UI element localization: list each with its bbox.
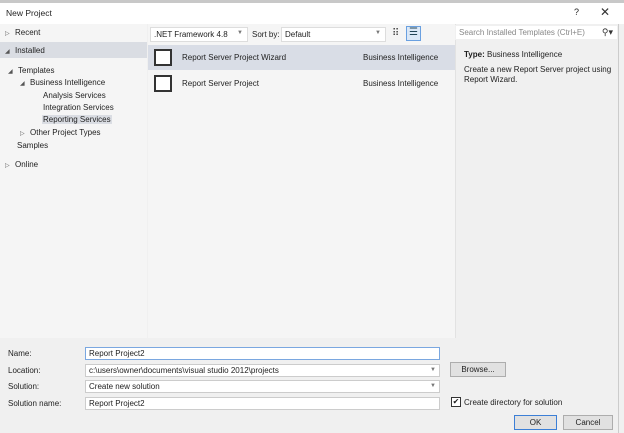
- tree-label: Online: [15, 160, 39, 169]
- expand-icon: ▷: [20, 131, 25, 137]
- tree-label: Business Intelligence: [30, 78, 106, 87]
- template-description: Create a new Report Server project using…: [464, 65, 612, 84]
- template-row[interactable]: Report Server Project Wizard Business Int…: [148, 45, 455, 70]
- tree-label: Installed: [15, 46, 45, 55]
- list-view-icon[interactable]: ☰: [406, 26, 421, 41]
- small-icons-view-icon[interactable]: ⠿: [392, 28, 399, 39]
- template-name: Report Server Project Wizard: [182, 53, 287, 62]
- report-wizard-icon: [154, 49, 172, 66]
- solution-name-input[interactable]: Report Project2: [85, 397, 440, 410]
- location-label: Location:: [8, 366, 41, 375]
- title-bar: [0, 0, 624, 24]
- tree-item-analysis-services[interactable]: Analysis Services: [43, 91, 106, 100]
- name-label: Name:: [8, 349, 32, 358]
- chevron-down-icon: ▼: [430, 383, 436, 389]
- template-row[interactable]: Report Server Project Business Intelligen…: [148, 71, 455, 96]
- tree-item-templates[interactable]: ◢ Templates: [8, 66, 54, 75]
- window-title: New Project: [6, 8, 52, 18]
- create-directory-checkbox[interactable]: ✔: [451, 397, 461, 407]
- chevron-down-icon: ▼: [430, 367, 436, 373]
- cancel-button[interactable]: Cancel: [563, 415, 613, 430]
- type-label: Type:: [464, 50, 485, 59]
- browse-button[interactable]: Browse...: [450, 362, 506, 377]
- create-directory-label: Create directory for solution: [464, 398, 563, 407]
- help-button[interactable]: ?: [574, 7, 579, 17]
- tree-label: Recent: [15, 28, 41, 37]
- solution-name-label: Solution name:: [8, 399, 62, 408]
- chevron-down-icon: ▼: [237, 30, 243, 36]
- solution-label: Solution:: [8, 382, 40, 391]
- type-value: Business Intelligence: [486, 50, 563, 59]
- collapse-icon: ◢: [5, 49, 10, 55]
- location-value: c:\users\owner\documents\visual studio 2…: [89, 366, 279, 375]
- sort-dropdown[interactable]: Default ▼: [281, 27, 386, 42]
- framework-dropdown[interactable]: .NET Framework 4.8 ▼: [150, 27, 248, 42]
- tree-item-business-intelligence[interactable]: ◢ Business Intelligence: [20, 78, 105, 87]
- solution-dropdown[interactable]: Create new solution ▼: [85, 380, 440, 393]
- location-dropdown[interactable]: c:\users\owner\documents\visual studio 2…: [85, 364, 440, 377]
- close-button[interactable]: ✕: [600, 5, 610, 19]
- tree-item-other-project-types[interactable]: ▷ Other Project Types: [20, 128, 101, 137]
- sort-by-label: Sort by:: [252, 30, 280, 39]
- tree-item-recent[interactable]: ▷ Recent: [5, 28, 40, 37]
- template-name: Report Server Project: [182, 79, 259, 88]
- tree-item-reporting-services[interactable]: Reporting Services: [42, 115, 112, 124]
- sort-value: Default: [285, 30, 311, 39]
- expand-icon: ▷: [5, 163, 10, 169]
- search-input[interactable]: Search Installed Templates (Ctrl+E) ⚲▾: [455, 25, 618, 40]
- tree-label: Other Project Types: [30, 128, 101, 137]
- name-input[interactable]: Report Project2: [85, 347, 440, 360]
- template-category: Business Intelligence: [363, 79, 439, 88]
- tree-item-installed[interactable]: ◢ Installed: [5, 46, 45, 55]
- tree-label: Templates: [18, 66, 55, 75]
- search-icon[interactable]: ⚲▾: [602, 27, 613, 38]
- collapse-icon: ◢: [8, 69, 13, 75]
- report-project-icon: [154, 75, 172, 92]
- collapse-icon: ◢: [20, 81, 25, 87]
- framework-value: .NET Framework 4.8: [154, 30, 228, 39]
- tree-item-online[interactable]: ▷ Online: [5, 160, 38, 169]
- ok-button[interactable]: OK: [514, 415, 557, 430]
- tree-item-samples[interactable]: Samples: [17, 141, 48, 150]
- chevron-down-icon: ▼: [375, 30, 381, 36]
- type-line: Type: Business Intelligence: [464, 50, 562, 59]
- expand-icon: ▷: [5, 31, 10, 37]
- window-edge: [618, 24, 624, 433]
- search-placeholder: Search Installed Templates (Ctrl+E): [459, 28, 585, 37]
- solution-value: Create new solution: [89, 382, 160, 391]
- tree-item-integration-services[interactable]: Integration Services: [43, 103, 114, 112]
- template-category: Business Intelligence: [363, 53, 439, 62]
